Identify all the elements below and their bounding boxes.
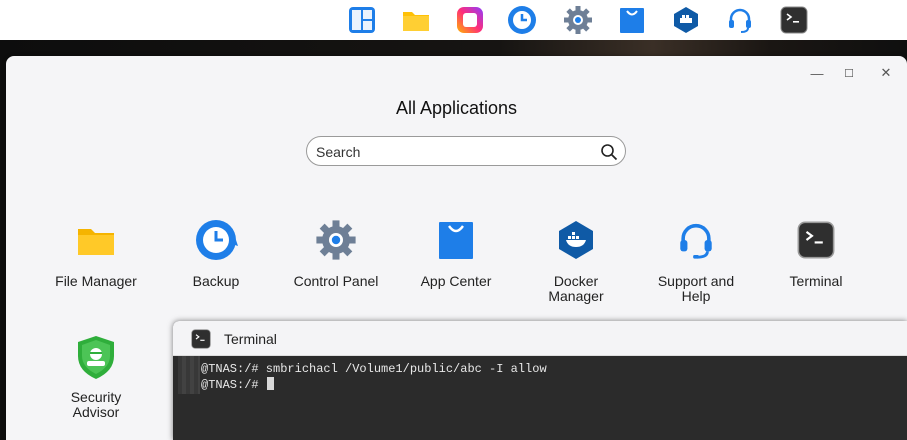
page-title: All Applications: [395, 98, 518, 118]
maximize-button[interactable]: ☐: [838, 62, 860, 84]
terminal-title: Terminal: [224, 331, 277, 347]
app-label: Security Advisor: [70, 389, 122, 420]
headset-icon: [674, 218, 718, 262]
app-file-manager[interactable]: File Manager: [36, 218, 156, 289]
search-input[interactable]: [316, 142, 596, 162]
search-icon[interactable]: [600, 143, 618, 161]
app-security-advisor[interactable]: Security Advisor: [36, 336, 156, 420]
app-support-and-help[interactable]: Support and Help: [636, 218, 756, 304]
app-control-panel[interactable]: Control Panel: [276, 218, 396, 289]
shield-icon: [74, 336, 118, 380]
redacted-hostname: [178, 356, 200, 394]
app-docker-manager[interactable]: Docker Manager: [516, 218, 636, 304]
terminal-icon[interactable]: [778, 4, 810, 36]
backup-icon: [194, 218, 238, 262]
backup-icon[interactable]: [506, 4, 538, 36]
app-app-center[interactable]: App Center: [396, 218, 516, 289]
docker-icon[interactable]: [670, 4, 702, 36]
minimize-button[interactable]: —: [806, 62, 828, 84]
gear-icon: [314, 218, 358, 262]
headset-icon[interactable]: [724, 4, 756, 36]
docker-icon: [554, 218, 598, 262]
app-center-icon[interactable]: [616, 4, 648, 36]
app-terminal[interactable]: Terminal: [756, 218, 876, 289]
gear-icon[interactable]: [562, 4, 594, 36]
tiles-icon[interactable]: [346, 4, 378, 36]
close-button[interactable]: ✕: [875, 62, 897, 84]
terminal-titlebar[interactable]: Terminal: [173, 321, 907, 356]
photos-icon[interactable]: [454, 4, 486, 36]
app-label: Backup: [192, 273, 240, 289]
folder-icon[interactable]: [400, 4, 432, 36]
terminal-line: @TNAS:/#: [201, 378, 266, 392]
folder-icon: [74, 218, 118, 262]
app-center-icon: [434, 218, 478, 262]
app-label: App Center: [420, 273, 492, 289]
app-label: Support and Help: [657, 273, 735, 304]
app-backup[interactable]: Backup: [156, 218, 276, 289]
dock: [0, 0, 907, 40]
terminal-prompt-line: @TNAS:/#: [201, 377, 274, 392]
text-cursor: [266, 377, 274, 390]
app-label: Terminal: [789, 273, 843, 289]
terminal-icon: [191, 329, 211, 349]
terminal-console[interactable]: @TNAS:/# smbrichacl /Volume1/public/abc …: [173, 356, 907, 440]
terminal-line: @TNAS:/# smbrichacl /Volume1/public/abc …: [201, 362, 547, 376]
app-label: Control Panel: [293, 273, 379, 289]
search-box: [306, 136, 626, 166]
app-label: File Manager: [55, 273, 137, 289]
terminal-icon: [794, 218, 838, 262]
terminal-window[interactable]: Terminal @TNAS:/# smbrichacl /Volume1/pu…: [173, 321, 907, 440]
app-label: Docker Manager: [548, 273, 604, 304]
